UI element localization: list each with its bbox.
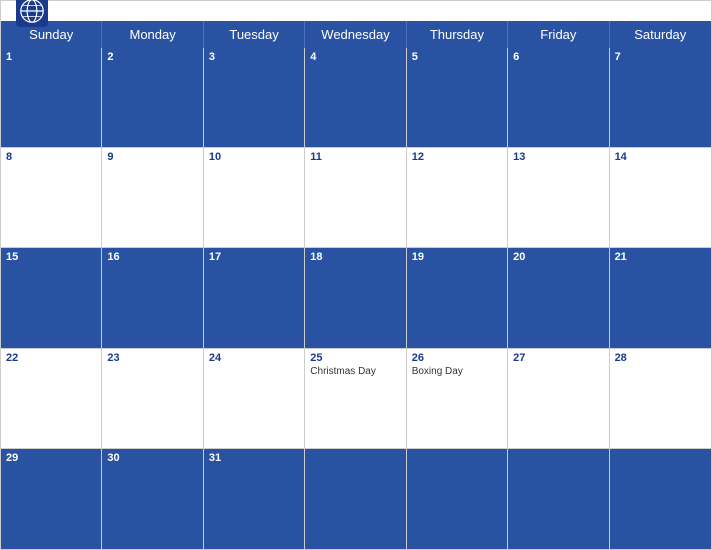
day-number: 24: [209, 352, 299, 364]
day-cell: 23: [102, 349, 203, 449]
day-number: 17: [209, 251, 299, 263]
day-number: 11: [310, 151, 400, 163]
day-cell: 10: [204, 148, 305, 248]
logo-icon: [16, 0, 48, 27]
day-cell: 16: [102, 248, 203, 348]
day-header-wednesday: Wednesday: [305, 21, 406, 48]
day-number: 28: [615, 352, 706, 364]
day-cell: 21: [610, 248, 711, 348]
day-cell: [305, 449, 406, 549]
calendar-week-3: 15 16 17 18 19 20 21: [1, 248, 711, 348]
day-cell: 4: [305, 48, 406, 148]
day-number: 20: [513, 251, 603, 263]
day-number: 14: [615, 151, 706, 163]
day-cell: 15: [1, 248, 102, 348]
calendar-week-4: 22 23 24 25 Christmas Day 26 Boxing Day 27 28: [1, 349, 711, 449]
day-headers-row: SundayMondayTuesdayWednesdayThursdayFrid…: [1, 21, 711, 48]
day-cell: 2: [102, 48, 203, 148]
calendar-header: [1, 1, 711, 21]
day-number: 5: [412, 51, 502, 63]
day-cell: 24: [204, 349, 305, 449]
day-header-saturday: Saturday: [610, 21, 711, 48]
day-cell: 31: [204, 449, 305, 549]
day-header-monday: Monday: [102, 21, 203, 48]
day-number: 19: [412, 251, 502, 263]
day-number: 18: [310, 251, 400, 263]
day-header-thursday: Thursday: [407, 21, 508, 48]
day-cell: 12: [407, 148, 508, 248]
calendar-week-1: 1234567: [1, 48, 711, 148]
day-number: 27: [513, 352, 603, 364]
day-number: 25: [310, 352, 400, 364]
day-cell: 14: [610, 148, 711, 248]
day-cell: 17: [204, 248, 305, 348]
calendar-week-2: 89 10 11 12 13 14: [1, 148, 711, 248]
day-number: 23: [107, 352, 197, 364]
day-cell: 19: [407, 248, 508, 348]
day-cell: [407, 449, 508, 549]
day-cell: 28: [610, 349, 711, 449]
day-cell: 29: [1, 449, 102, 549]
day-cell: 26 Boxing Day: [407, 349, 508, 449]
day-number: 16: [107, 251, 197, 263]
day-number: 13: [513, 151, 603, 163]
calendar-container: SundayMondayTuesdayWednesdayThursdayFrid…: [0, 0, 712, 550]
day-number: 2: [107, 51, 197, 63]
day-number: 26: [412, 352, 502, 364]
logo: [16, 0, 52, 27]
day-number: 21: [615, 251, 706, 263]
day-cell: 25 Christmas Day: [305, 349, 406, 449]
calendar-body: 1234567891011121314151617181920212223242…: [1, 48, 711, 549]
day-number: 8: [6, 151, 96, 163]
day-cell: [610, 449, 711, 549]
day-cell: 3: [204, 48, 305, 148]
day-cell: 6: [508, 48, 609, 148]
day-number: 15: [6, 251, 96, 263]
event-label: Christmas Day: [310, 366, 400, 377]
day-cell: 8: [1, 148, 102, 248]
day-cell: 5: [407, 48, 508, 148]
event-label: Boxing Day: [412, 366, 502, 377]
day-number: 7: [615, 51, 706, 63]
day-cell: 20: [508, 248, 609, 348]
day-number: 31: [209, 452, 299, 464]
day-header-tuesday: Tuesday: [204, 21, 305, 48]
day-number: 22: [6, 352, 96, 364]
calendar-week-5: 29 30 31: [1, 449, 711, 549]
day-cell: 1: [1, 48, 102, 148]
day-number: 4: [310, 51, 400, 63]
day-number: 3: [209, 51, 299, 63]
day-cell: 18: [305, 248, 406, 348]
day-number: 12: [412, 151, 502, 163]
day-number: 30: [107, 452, 197, 464]
day-cell: 22: [1, 349, 102, 449]
day-cell: 27: [508, 349, 609, 449]
day-number: 6: [513, 51, 603, 63]
day-number: 9: [107, 151, 197, 163]
day-cell: 9: [102, 148, 203, 248]
day-cell: 7: [610, 48, 711, 148]
day-cell: 11: [305, 148, 406, 248]
day-cell: [508, 449, 609, 549]
day-header-friday: Friday: [508, 21, 609, 48]
day-cell: 13: [508, 148, 609, 248]
day-number: 10: [209, 151, 299, 163]
day-cell: 30: [102, 449, 203, 549]
day-number: 29: [6, 452, 96, 464]
day-number: 1: [6, 51, 96, 63]
